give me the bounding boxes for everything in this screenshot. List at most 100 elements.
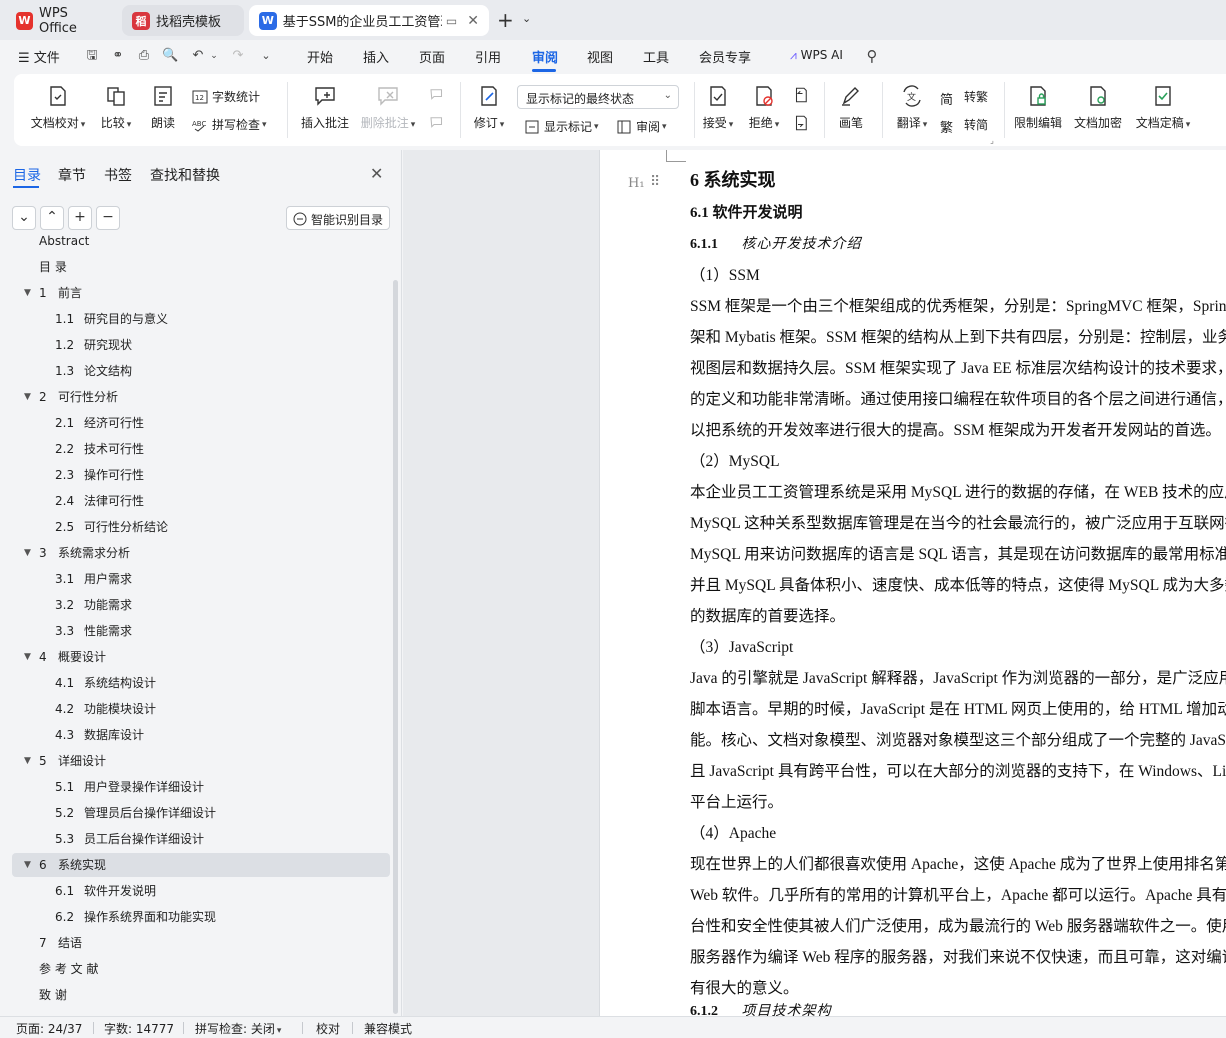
paragraph-line[interactable]: 的数据库的首要选择。 bbox=[690, 604, 845, 626]
tab-list-chevron-icon[interactable]: ⌄ bbox=[522, 12, 531, 25]
document-area[interactable]: H₁ ⠿ 6 系统实现 6.1 软件开发说明 6.1.1 核心开发技术介绍 （1… bbox=[403, 150, 1226, 1016]
paragraph-line[interactable]: MySQL 这种关系型数据库管理是在当今的社会最流行的，被广泛应用于互联网行业， bbox=[690, 511, 1226, 533]
translate-button[interactable]: 文 翻译 ▾ bbox=[892, 84, 932, 131]
toc-item[interactable]: 6.1 软件开发说明 bbox=[12, 879, 390, 903]
toc-item[interactable]: 4.3 数据库设计 bbox=[12, 723, 390, 747]
smart-toc-button[interactable]: 智能识别目录 bbox=[286, 206, 390, 230]
nav-tab-bookmarks[interactable]: 书签 bbox=[104, 165, 132, 185]
toc-item[interactable]: 2.1 经济可行性 bbox=[12, 411, 390, 435]
paragraph-line[interactable]: 视图层和数据持久层。SSM 框架实现了 Java EE 标准层次结构设计的技术要… bbox=[690, 356, 1226, 378]
to-simplified-button[interactable]: 繁 转简 bbox=[940, 116, 988, 136]
toc-item[interactable]: 2.3 操作可行性 bbox=[12, 463, 390, 487]
toc-item[interactable]: 4.2 功能模块设计 bbox=[12, 697, 390, 721]
close-tab-icon[interactable]: ✕ bbox=[467, 13, 479, 29]
spell-check-status[interactable]: 拼写检查: 关闭 ▾ bbox=[195, 1020, 281, 1037]
menu-member[interactable]: 会员专享 bbox=[699, 47, 751, 66]
paragraph-line[interactable]: 架和 Mybatis 框架。SSM 框架的结构从上到下共有四层，分别是：控制层，… bbox=[690, 325, 1226, 347]
toc-item[interactable]: 5.3 员工后台操作详细设计 bbox=[12, 827, 390, 851]
next-change-button[interactable] bbox=[790, 114, 812, 132]
paragraph-line[interactable]: 平台上运行。 bbox=[690, 790, 783, 812]
toc-item[interactable]: ▼ 6 系统实现 bbox=[12, 853, 390, 877]
paragraph-line[interactable]: Web 软件。几乎所有的常用的计算机平台上，Apache 都可以运行。Apach… bbox=[690, 883, 1226, 905]
close-icon[interactable]: ✕ bbox=[370, 164, 383, 183]
subsection-heading[interactable]: （4）Apache bbox=[690, 821, 776, 843]
spell-check-button[interactable]: ABC 拼写检查 ▾ bbox=[192, 116, 267, 133]
tab-template[interactable]: 稻 找稻壳模板 bbox=[122, 5, 244, 36]
paragraph-line[interactable]: 本企业员工工资管理系统是采用 MySQL 进行的数据的存储，在 WEB 技术的应… bbox=[690, 480, 1226, 502]
expand-arrow-icon[interactable]: ▼ bbox=[24, 385, 31, 409]
more-chevron-icon[interactable]: ⌄ bbox=[258, 48, 274, 64]
paragraph-line[interactable]: 有很大的意义。 bbox=[690, 976, 799, 998]
toc-item[interactable]: 2.4 法律可行性 bbox=[12, 489, 390, 513]
tab-wps-office[interactable]: W WPS Office bbox=[6, 5, 116, 36]
next-comment-button[interactable] bbox=[426, 114, 448, 132]
undo-icon[interactable]: ↶ bbox=[190, 48, 206, 64]
nav-scrollbar[interactable] bbox=[393, 280, 398, 1014]
toc-item[interactable]: 2.5 可行性分析结论 bbox=[12, 515, 390, 539]
prev-comment-button[interactable] bbox=[426, 86, 448, 104]
file-menu[interactable]: ☰ 文件 bbox=[18, 47, 60, 66]
print-icon[interactable]: ⎙ bbox=[136, 48, 152, 64]
heading-3[interactable]: 6.1.1 核心开发技术介绍 bbox=[690, 233, 862, 253]
toc-item[interactable]: ▼ 4 概要设计 bbox=[12, 645, 390, 669]
toc-item[interactable]: ▼ 3 系统需求分析 bbox=[12, 541, 390, 565]
subsection-heading[interactable]: （2）MySQL bbox=[690, 449, 780, 471]
menu-review[interactable]: 审阅 bbox=[532, 47, 558, 66]
word-count[interactable]: 字数: 14777 bbox=[104, 1020, 174, 1037]
move-up-button[interactable]: ⌃ bbox=[40, 206, 64, 230]
menu-start[interactable]: 开始 bbox=[307, 47, 333, 66]
nav-tab-toc[interactable]: 目录 bbox=[13, 165, 41, 185]
collapse-all-button[interactable]: ⌄ bbox=[12, 206, 36, 230]
encrypt-button[interactable]: 文档加密 bbox=[1072, 84, 1124, 131]
new-tab-plus-icon[interactable]: + bbox=[497, 10, 514, 30]
menu-page[interactable]: 页面 bbox=[419, 47, 445, 66]
menu-view[interactable]: 视图 bbox=[587, 47, 613, 66]
accept-button[interactable]: 接受 ▾ bbox=[700, 84, 736, 131]
paragraph-line[interactable]: 能。核心、文档对象模型、浏览器对象模型这三个部分组成了一个完整的 JavaScr… bbox=[690, 728, 1226, 750]
subsection-heading[interactable]: （3）JavaScript bbox=[690, 635, 793, 657]
add-heading-button[interactable]: + bbox=[68, 206, 92, 230]
nav-tab-find-replace[interactable]: 查找和替换 bbox=[150, 165, 220, 185]
toc-item[interactable]: 2.2 技术可行性 bbox=[12, 437, 390, 461]
show-markup-button[interactable]: 显示标记 ▾ bbox=[524, 118, 599, 135]
restrict-edit-button[interactable]: 限制编辑 bbox=[1012, 84, 1064, 131]
to-traditional-button[interactable]: 简 转繁 bbox=[940, 88, 988, 108]
redo-icon[interactable]: ↷ bbox=[230, 48, 246, 64]
compare-button[interactable]: 比较 ▾ bbox=[96, 84, 136, 131]
toc-item[interactable]: ▼ 5 详细设计 bbox=[12, 749, 390, 773]
paragraph-line[interactable]: SSM 框架是一个由三个框架组成的优秀框架，分别是：SpringMVC 框架，S… bbox=[690, 294, 1226, 316]
toc-item[interactable]: 4.1 系统结构设计 bbox=[12, 671, 390, 695]
doc-check-button[interactable]: 文档校对 ▾ bbox=[28, 84, 88, 131]
paragraph-line[interactable]: 服务器作为编译 Web 程序的服务器，对我们来说不仅快速，而且可靠，这对编译程序 bbox=[690, 945, 1226, 967]
expand-arrow-icon[interactable]: ▼ bbox=[24, 645, 31, 669]
document-page[interactable]: H₁ ⠿ 6 系统实现 6.1 软件开发说明 6.1.1 核心开发技术介绍 （1… bbox=[599, 150, 1226, 1016]
toc-item[interactable]: 7 结语 bbox=[12, 931, 390, 955]
paragraph-line[interactable]: 现在世界上的人们都很喜欢使用 Apache，这使 Apache 成为了世界上使用… bbox=[690, 852, 1226, 874]
toc-item[interactable]: 目 录 bbox=[12, 255, 390, 279]
delete-comment-button[interactable]: 删除批注 ▾ bbox=[358, 84, 418, 131]
paragraph-line[interactable]: 以把系统的开发效率进行很大的提高。SSM 框架成为开发者开发网站的首选。 bbox=[690, 418, 1221, 440]
toc-item[interactable]: ▼ 1 前言 bbox=[12, 281, 390, 305]
paragraph-line[interactable]: 脚本语言。早期的时候，JavaScript 是在 HTML 网页上使用的，给 H… bbox=[690, 697, 1226, 719]
paragraph-line[interactable]: 且 JavaScript 具有跨平台性，可以在大部分的浏览器的支持下，在 Win… bbox=[690, 759, 1226, 781]
undo-chevron-icon[interactable]: ⌄ bbox=[206, 48, 222, 64]
menu-insert[interactable]: 插入 bbox=[363, 47, 389, 66]
toc-item[interactable]: 1.3 论文结构 bbox=[12, 359, 390, 383]
read-aloud-button[interactable]: 朗读 bbox=[148, 84, 178, 131]
remove-heading-button[interactable]: − bbox=[96, 206, 120, 230]
toc-item[interactable]: ▼ 2 可行性分析 bbox=[12, 385, 390, 409]
paragraph-line[interactable]: 台性和安全性使其被人们广泛使用，成为最流行的 Web 服务器端软件之一。使用 A… bbox=[690, 914, 1226, 936]
prev-change-button[interactable] bbox=[790, 86, 812, 104]
toc-item[interactable]: 5.2 管理员后台操作详细设计 bbox=[12, 801, 390, 825]
heading-3b[interactable]: 6.1.2 项目技术架构 bbox=[690, 1000, 832, 1016]
paragraph-line[interactable]: 并且 MySQL 具备体积小、速度快、成本低等的特点，这使得 MySQL 成为大… bbox=[690, 573, 1226, 595]
toc-item[interactable]: Abstract bbox=[12, 229, 390, 253]
toc-item[interactable]: 参 考 文 献 bbox=[12, 957, 390, 981]
proof-status[interactable]: 校对 bbox=[316, 1020, 340, 1037]
finalize-button[interactable]: 文档定稿 ▾ bbox=[1132, 84, 1194, 131]
reject-button[interactable]: 拒绝 ▾ bbox=[746, 84, 782, 131]
screen-icon[interactable]: ▭ bbox=[446, 14, 457, 28]
toc-item[interactable]: 3.1 用户需求 bbox=[12, 567, 390, 591]
review-pane-button[interactable]: 审阅 ▾ bbox=[616, 118, 667, 135]
heading-2[interactable]: 6.1 软件开发说明 bbox=[690, 201, 803, 222]
